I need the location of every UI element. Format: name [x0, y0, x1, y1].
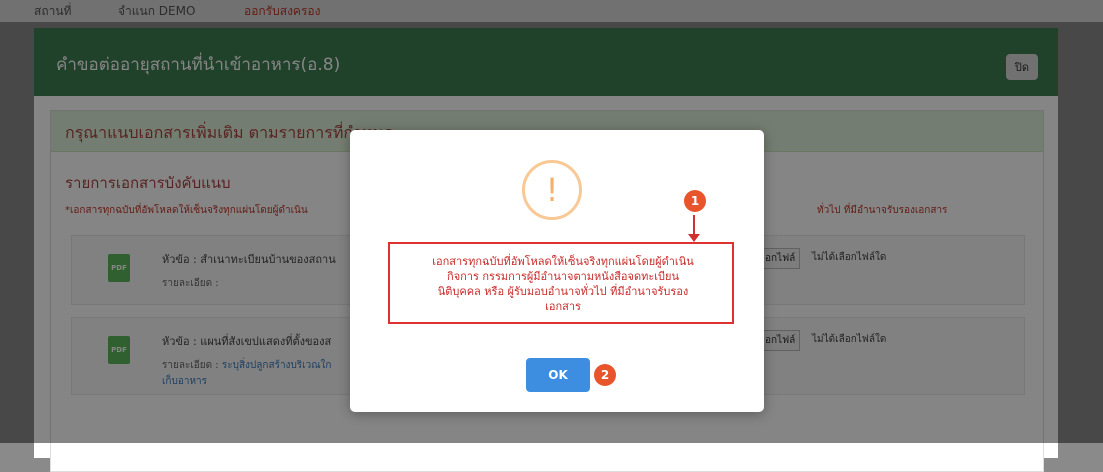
callout-arrow-icon — [693, 215, 695, 236]
alert-message: เอกสารทุกฉบับที่อัพโหลดให้เซ็นจริงทุกแผ่… — [404, 254, 722, 314]
alert-dialog: ! 1 เอกสารทุกฉบับที่อัพโหลดให้เซ็นจริงทุ… — [350, 130, 764, 412]
alert-message-line: กิจการ กรรมการผู้มีอำนาจตามหนังสือจดทะเบ… — [447, 270, 679, 283]
callout-marker-1: 1 — [684, 190, 706, 212]
highlight-box: เอกสารทุกฉบับที่อัพโหลดให้เซ็นจริงทุกแผ่… — [388, 242, 734, 324]
alert-message-line: เอกสาร — [545, 300, 581, 313]
alert-message-line: นิติบุคคล หรือ ผู้รับมอบอำนาจทั่วไป ที่ม… — [437, 285, 689, 298]
callout-marker-2: 2 — [594, 364, 616, 386]
warning-glyph: ! — [545, 171, 559, 209]
arrow-head-icon — [688, 234, 700, 242]
exclamation-warning-icon: ! — [522, 160, 582, 220]
alert-message-line: เอกสารทุกฉบับที่อัพโหลดให้เซ็นจริงทุกแผ่… — [432, 255, 694, 268]
ok-button[interactable]: OK — [526, 358, 590, 392]
